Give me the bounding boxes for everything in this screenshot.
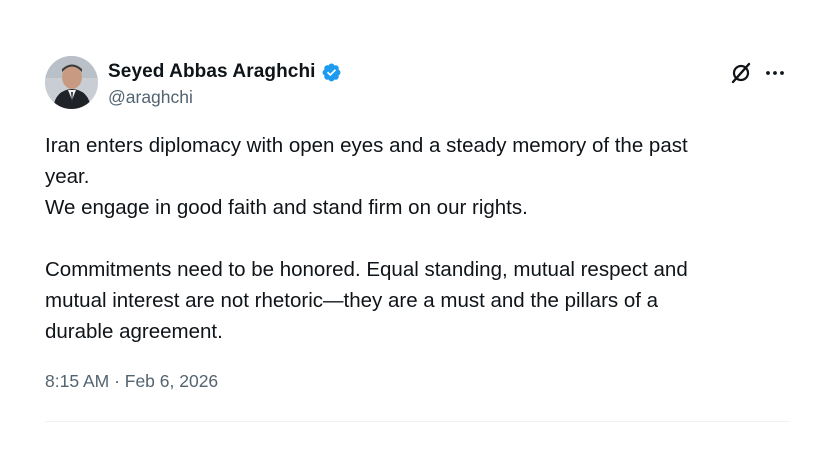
- divider: [45, 421, 790, 422]
- verified-badge-icon: [321, 62, 342, 83]
- tweet-line: mutual interest are not rhetoric—they ar…: [45, 289, 659, 312]
- profile-photo: [45, 56, 98, 109]
- tweet-text: Iran enters diplomacy with open eyes and…: [45, 130, 805, 347]
- tweet-line: Iran enters diplomacy with open eyes and…: [45, 134, 688, 157]
- tweet-line: We engage in good faith and stand firm o…: [45, 196, 528, 219]
- tweet-line: Commitments need to be honored. Equal st…: [45, 258, 688, 281]
- tweet-actions: [730, 62, 786, 89]
- tweet-timestamp[interactable]: 8:15 AM · Feb 6, 2026: [45, 371, 218, 392]
- author-handle[interactable]: @araghchi: [108, 87, 342, 108]
- avatar[interactable]: [45, 56, 98, 109]
- grok-icon[interactable]: [730, 62, 752, 89]
- tweet-line: durable agreement.: [45, 320, 223, 343]
- name-row: Seyed Abbas Araghchi: [108, 60, 342, 84]
- tweet-line: year.: [45, 165, 90, 188]
- tweet-card: Seyed Abbas Araghchi @araghchi Iran ente…: [0, 0, 840, 472]
- more-options-icon[interactable]: [764, 62, 786, 89]
- author-display-name[interactable]: Seyed Abbas Araghchi: [108, 61, 316, 83]
- author-block: Seyed Abbas Araghchi @araghchi: [108, 60, 342, 108]
